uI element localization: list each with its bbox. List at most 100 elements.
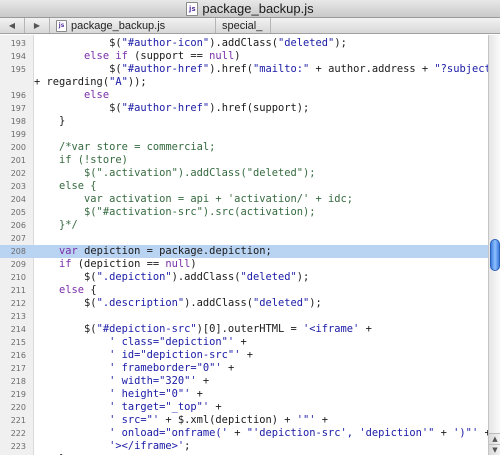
code-line[interactable]: 200 /*var store = commercial; [0, 141, 488, 154]
code-token: else [59, 284, 85, 296]
code-token: ' frameborder="0"' [109, 362, 222, 374]
code-token: else { [59, 180, 97, 192]
code-line[interactable]: 222 ' onload="onframe(' + "'depiction-sr… [0, 427, 491, 440]
line-code: $("#activation-src").src(activation); [34, 206, 316, 219]
code-token: ' target="_top"' [109, 401, 210, 413]
code-line[interactable]: 213 [0, 310, 488, 323]
code-token: "deleted" [240, 271, 297, 283]
code-line[interactable]: 204 var activation = api + 'activation/'… [0, 193, 488, 206]
line-number: 197 [10, 104, 26, 113]
code-line[interactable]: 216 ' id="depiction-src"' + [0, 349, 488, 362]
code-token: ' width="320"' [109, 375, 197, 387]
code-line[interactable]: 212 $(".description").addClass("deleted"… [0, 297, 488, 310]
window-title: package_backup.js [202, 1, 314, 16]
code-line[interactable]: 219 ' height="0"' + [0, 388, 488, 401]
code-line-highlighted[interactable]: 208 var depiction = package.depiction; [0, 245, 488, 258]
code-line[interactable]: 199 [0, 128, 488, 141]
code-line[interactable]: 195 $("#author-href").href("mailto:" + a… [0, 63, 500, 76]
code-line[interactable]: 220 ' target="_top"' + [0, 401, 488, 414]
code-line[interactable]: 196 else [0, 89, 488, 102]
code-token: /*var store = commercial; [59, 141, 216, 153]
code-line[interactable]: 202 $(".activation").addClass("deleted")… [0, 167, 488, 180]
file-tab-label: package_backup.js [71, 19, 166, 32]
code-token: "A" [109, 76, 128, 88]
code-token: "#depiction-src" [96, 323, 197, 335]
code-line[interactable]: 215 ' class="depiction"' + [0, 336, 488, 349]
line-number: 196 [10, 91, 26, 100]
code-token: ); [309, 297, 322, 309]
code-token: ' src="' [109, 414, 160, 426]
code-line[interactable]: 194 else if (support == null) [0, 50, 488, 63]
code-line[interactable]: 214 $("#depiction-src")[0].outerHTML = '… [0, 323, 488, 336]
code-line[interactable]: 207 [0, 232, 488, 245]
line-number: 213 [10, 312, 26, 321]
code-token: '></iframe>' [109, 440, 185, 452]
line-number: 211 [10, 286, 26, 295]
code-token: + [359, 323, 372, 335]
code-token: ); [296, 271, 310, 283]
line-code: if (!store) [34, 154, 128, 167]
line-code: ' src="' + $.xml(depiction) + '"' + [34, 414, 328, 427]
code-line[interactable]: 198 } [0, 115, 488, 128]
code-token: $(".activation").addClass("deleted"); [84, 167, 316, 179]
code-token: if [59, 258, 72, 270]
code-line[interactable]: 223 '></iframe>'; [0, 440, 488, 453]
code-line[interactable]: 210 $(".depiction").addClass("deleted"); [0, 271, 488, 284]
code-token: $( [34, 102, 122, 114]
code-token: }*/ [59, 219, 78, 231]
line-code: ' height="0"' + [34, 388, 203, 401]
code-token: $("#activation-src").src(activation); [84, 206, 316, 218]
code-line[interactable]: 206 }*/ [0, 219, 488, 232]
code-token: '"' [296, 414, 316, 426]
line-number: 207 [10, 234, 26, 243]
forward-button[interactable]: ▶ [25, 18, 50, 33]
line-code: else { [34, 180, 97, 193]
code-line[interactable]: 221 ' src="' + $.xml(depiction) + '"' + [0, 414, 488, 427]
code-token: "'depiction-src', 'depiction'" [246, 427, 435, 439]
code-line[interactable]: 197 $("#author-href").href(support); [0, 102, 488, 115]
line-code: var depiction = package.depiction; [34, 245, 272, 258]
back-button[interactable]: ◀ [0, 18, 25, 33]
code-line[interactable]: 217 ' frameborder="0"' + [0, 362, 488, 375]
line-code: }*/ [34, 219, 78, 232]
js-file-icon: js [56, 19, 67, 32]
line-code: $(".depiction").addClass("deleted"); [34, 271, 309, 284]
code-editor[interactable]: 193 $("#author-icon").addClass("deleted"… [0, 35, 500, 455]
code-line[interactable]: + regarding("A")); [0, 76, 488, 89]
code-line[interactable]: 203 else { [0, 180, 488, 193]
code-token: + regarding( [34, 76, 110, 88]
scrollbar-thumb[interactable] [490, 239, 500, 271]
symbol-menu[interactable]: special_ [216, 18, 271, 33]
line-code: $("#author-href").href(support); [34, 102, 309, 115]
code-token: "#author-href" [121, 102, 210, 114]
code-token: $( [34, 323, 97, 335]
code-line[interactable]: 209 if (depiction == null) [0, 258, 488, 271]
line-code: } [34, 115, 65, 128]
code-token: ); [334, 37, 347, 49]
navigation-bar: ◀ ▶ js package_backup.js special_ [0, 18, 500, 34]
line-number: 222 [10, 429, 26, 438]
line-code: $(".activation").addClass("deleted"); [34, 167, 316, 180]
file-tab[interactable]: js package_backup.js [50, 18, 216, 33]
scroll-up-arrow[interactable]: ▲ [489, 433, 500, 444]
line-number: 205 [10, 208, 26, 217]
vertical-scrollbar[interactable]: ▲ ▼ [488, 35, 500, 455]
code-line[interactable]: 211 else { [0, 284, 488, 297]
code-line[interactable]: 201 if (!store) [0, 154, 488, 167]
scroll-down-arrow[interactable]: ▼ [489, 444, 500, 455]
code-token: + $.xml(depiction) + [159, 414, 297, 426]
code-token: ')"' [453, 427, 479, 439]
code-line[interactable]: 193 $("#author-icon").addClass("deleted"… [0, 37, 488, 50]
code-token: ; [184, 440, 191, 452]
line-code: ' class="depiction"' + [34, 336, 247, 349]
code-line[interactable]: 218 ' width="320"' + [0, 375, 488, 388]
code-token: ).addClass( [209, 37, 279, 49]
line-number: 217 [10, 364, 26, 373]
code-line[interactable]: 205 $("#activation-src").src(activation)… [0, 206, 488, 219]
